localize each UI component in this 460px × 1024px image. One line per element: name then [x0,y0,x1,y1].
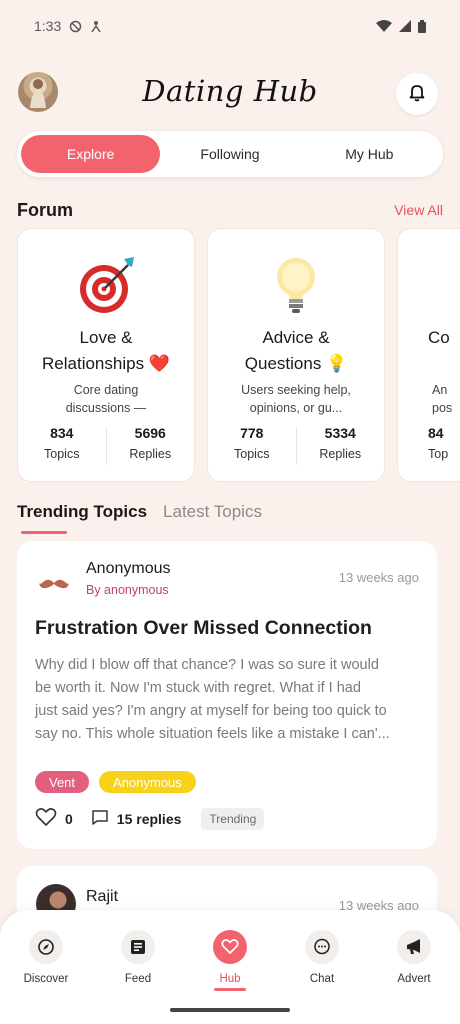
nav-label: Chat [309,973,335,985]
replies-button[interactable]: 15 replies [91,809,182,829]
topics-label: Topics [44,447,80,461]
topics-count: 834 [50,425,74,441]
post-body-line: Why did I blow off that chance? I was so… [35,657,379,673]
post-actions: 0 15 replies Trending [35,807,265,830]
heart-outline-icon [35,807,57,830]
nav-feed[interactable]: Feed [92,930,184,991]
tab-trending-topics[interactable]: Trending Topics [17,502,147,536]
like-button[interactable]: 0 [35,807,73,830]
card-title-line2: Co [428,328,450,347]
comment-icon [91,809,109,829]
wifi-icon [376,20,392,32]
app-title: Dating Hub [142,74,318,108]
nav-label: Feed [124,973,152,985]
tab-explore[interactable]: Explore [21,135,161,173]
accessibility-icon [90,20,102,33]
post-tags: Vent Anonymous [35,771,196,793]
tab-latest-topics[interactable]: Latest Topics [163,502,262,536]
topics-count: 778 [240,425,264,441]
card-title-line2: Questions 💡 [244,354,348,373]
post-author[interactable]: Anonymous [86,560,171,578]
forum-cards-carousel: Love & Relationships ❤️ Core dating disc… [17,228,460,484]
trending-badge: Trending [201,807,265,830]
nav-label: Hub [219,973,241,985]
nav-label: Discover [23,973,69,985]
topics-label: Top [428,447,449,461]
post-byline: By anonymous [86,583,169,597]
post-body-line: just said yes? I'm angry at myself for b… [35,703,387,719]
forum-card-partial[interactable]: Co An pos 84 Top [397,228,460,482]
card-desc-line2: opinions, or gu... [249,401,343,415]
post-author[interactable]: Rajit [86,888,118,906]
tag-vent[interactable]: Vent [35,771,90,793]
post-body-line: be worth it. Now I'm stuck with regret. … [35,680,361,696]
post-card[interactable]: Anonymous By anonymous 13 weeks ago Frus… [17,541,437,849]
dnd-icon [69,20,82,33]
nav-advert[interactable]: Advert [368,930,460,991]
megaphone-icon [397,930,431,964]
nav-hub[interactable]: Hub [184,930,276,991]
bottom-navigation: Discover Feed Hub Chat Advert [0,910,460,1024]
battery-icon [418,19,426,33]
card-stats: 84 Top [428,425,448,461]
chat-bubble-icon [305,930,339,964]
nav-chat[interactable]: Chat [276,930,368,991]
card-desc-line2: pos [432,401,453,415]
home-indicator[interactable] [170,1008,290,1012]
target-icon [18,253,194,317]
forum-card-love-relationships[interactable]: Love & Relationships ❤️ Core dating disc… [17,228,195,482]
notifications-button[interactable] [396,73,438,115]
card-desc-line1: An [432,383,448,397]
nav-active-indicator [214,988,246,991]
card-stats: 778 Topics 5334 Replies [208,425,384,465]
replies-label: Replies [319,447,362,461]
replies-count: 15 replies [116,810,182,827]
card-title-line1: Advice & [262,328,330,347]
status-bar: 1:33 [0,0,460,52]
replies-count: 5696 [134,425,166,441]
replies-label: Replies [129,447,172,461]
topics-label: Topics [234,447,270,461]
heart-icon [213,930,247,964]
card-desc-line2: discussions — [65,401,147,415]
forum-card-advice-questions[interactable]: Advice & Questions 💡 Users seeking help,… [207,228,385,482]
post-body-line: say no. This whole situation feels like … [35,726,390,742]
hub-segmented-tabs: Explore Following My Hub [17,131,443,177]
feed-icon [121,930,155,964]
card-title-line2: Relationships ❤️ [42,354,170,373]
replies-count: 5334 [324,425,356,441]
tab-following[interactable]: Following [160,135,299,173]
forum-title: Forum [17,199,73,220]
card-desc-line1: Users seeking help, [241,383,351,397]
lightbulb-icon [208,253,384,317]
tab-my-hub[interactable]: My Hub [300,135,439,173]
post-body: Why did I blow off that chance? I was so… [35,654,421,746]
nav-label: Advert [397,973,431,985]
topic-tabs: Trending Topics Latest Topics [17,502,262,536]
like-count: 0 [65,810,73,827]
mustache-avatar-icon [37,567,71,601]
nav-discover[interactable]: Discover [0,930,92,991]
compass-icon [29,930,63,964]
status-time: 1:33 [34,18,62,34]
card-stats: 834 Topics 5696 Replies [18,425,194,465]
forum-header: Forum View All [17,198,443,222]
topics-count: 84 [428,425,444,441]
tag-anonymous[interactable]: Anonymous [99,771,196,793]
post-timestamp: 13 weeks ago [338,570,419,585]
card-desc-line1: Core dating [73,383,139,397]
card-title-line1: Love & [79,328,133,347]
post-title[interactable]: Frustration Over Missed Connection [35,617,372,640]
signal-icon [399,20,411,32]
app-header: Dating Hub [0,70,460,120]
bell-icon [407,82,427,107]
view-all-link[interactable]: View All [394,202,443,218]
